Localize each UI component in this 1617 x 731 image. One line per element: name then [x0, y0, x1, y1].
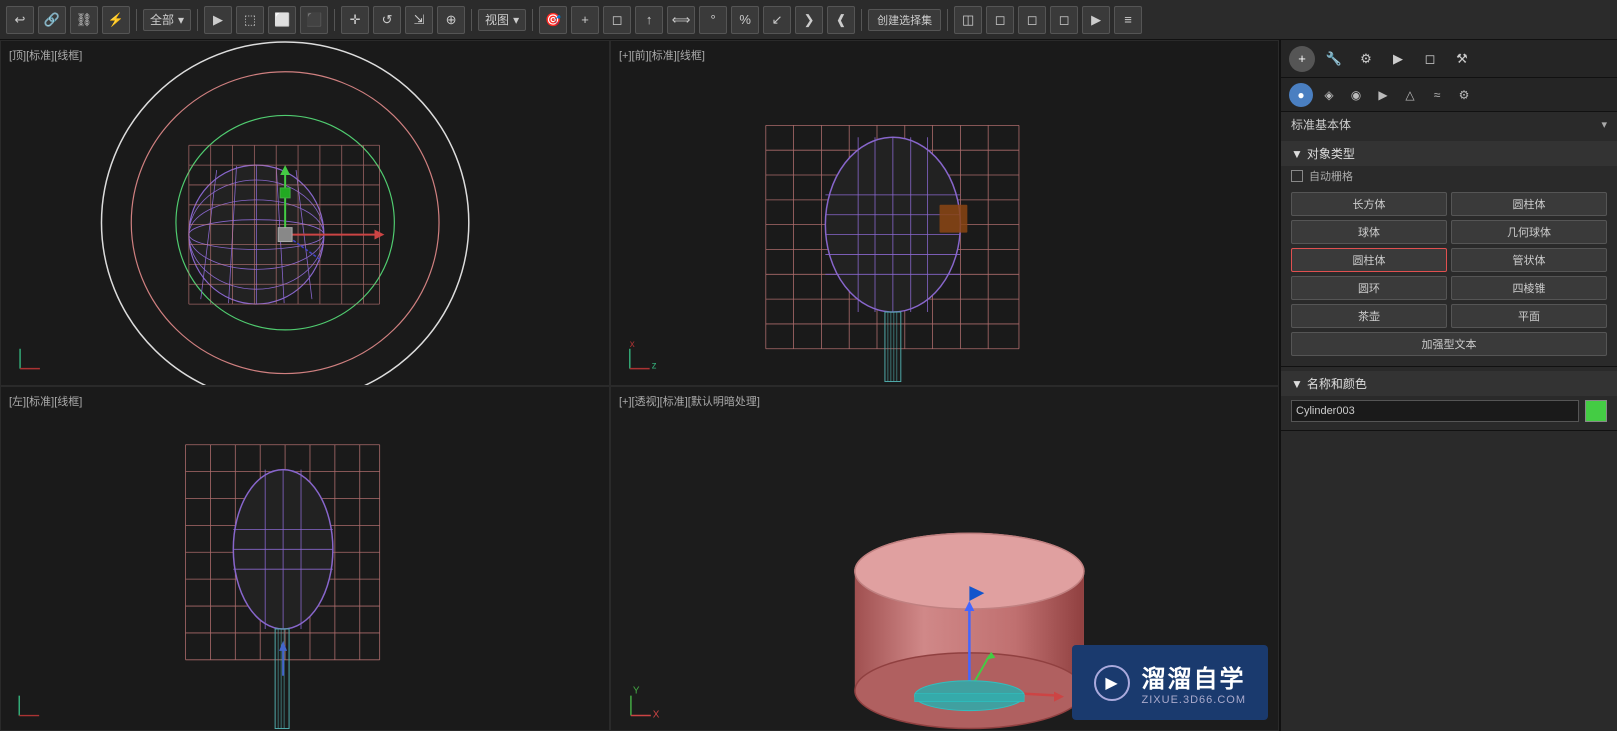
rp-name-collapse-icon: ▼: [1291, 377, 1303, 391]
object-name-input[interactable]: [1291, 400, 1579, 422]
rp-modify-btn[interactable]: 🔧: [1321, 46, 1347, 72]
rotate-btn[interactable]: ↺: [373, 6, 401, 34]
snap-3d-btn[interactable]: +: [571, 6, 599, 34]
react-btn[interactable]: ❰: [827, 6, 855, 34]
rp-name-color-section: ▼ 名称和颜色: [1281, 367, 1617, 431]
mirror-btn[interactable]: ↑: [635, 6, 663, 34]
vp-front-svg: z x: [611, 41, 1278, 385]
rp-object-type-title[interactable]: ▼ 对象类型: [1281, 141, 1617, 166]
btn-cone[interactable]: 四棱锥: [1451, 276, 1607, 300]
unlink-btn[interactable]: ⛓: [70, 6, 98, 34]
rp-hierarchy-btn[interactable]: ⚙: [1353, 46, 1379, 72]
lasso-btn[interactable]: ⬜: [268, 6, 296, 34]
link-btn[interactable]: 🔗: [38, 6, 66, 34]
rp-camera-btn[interactable]: ▶: [1372, 84, 1394, 106]
svg-text:X: X: [653, 709, 660, 720]
select-btn[interactable]: ▶: [204, 6, 232, 34]
rp-display-btn[interactable]: ◻: [1417, 46, 1443, 72]
rp-system-btn[interactable]: ⚙: [1453, 84, 1475, 106]
viewport-persp[interactable]: [+][透视][标准][默认明暗处理]: [610, 386, 1279, 731]
btn-torus[interactable]: 圆环: [1291, 276, 1447, 300]
watermark-play-icon: ▶: [1094, 665, 1130, 701]
viewport-left[interactable]: [左][标准][线框]: [0, 386, 610, 731]
btn-cylinder[interactable]: 圆柱体: [1451, 192, 1607, 216]
auto-grid-checkbox[interactable]: [1291, 170, 1303, 182]
angle-snap-btn[interactable]: °: [699, 6, 727, 34]
rp-collapse-icon: ▼: [1291, 147, 1303, 161]
watermark-text: 溜溜自学 ZIXUE.3D66.COM: [1142, 659, 1246, 706]
place-btn[interactable]: ⊕: [437, 6, 465, 34]
rp-icon-row2: ● ◈ ◉ ▶ △ ≈ ⚙: [1281, 78, 1617, 112]
move-btn[interactable]: ✛: [341, 6, 369, 34]
snap-box-btn[interactable]: ◻: [603, 6, 631, 34]
rp-type-header: 标准基本体 ▾: [1281, 112, 1617, 137]
rp-name-color-row: [1281, 396, 1617, 426]
spinner-snap-btn[interactable]: ↙: [763, 6, 791, 34]
viewports: [顶][标准][线框]: [0, 40, 1280, 731]
btn-teapot[interactable]: 茶壶: [1291, 304, 1447, 328]
watermark: ▶ 溜溜自学 ZIXUE.3D66.COM: [1072, 645, 1268, 720]
scale-btn[interactable]: ⇲: [405, 6, 433, 34]
percent-snap-btn[interactable]: %: [731, 6, 759, 34]
select-all-dropdown[interactable]: 全部 ▾: [143, 9, 191, 31]
rp-object-type-section: ▼ 对象类型 自动栅格 长方体 圆柱体 球体 几何球体 圆柱体 管状体 圆环 四…: [1281, 137, 1617, 367]
render-btn[interactable]: ◻: [1050, 6, 1078, 34]
btn-cyl-active[interactable]: 圆柱体: [1291, 248, 1447, 272]
undo-btn[interactable]: ↩: [6, 6, 34, 34]
main-toolbar: ↩ 🔗 ⛓ ⚡ 全部 ▾ ▶ ⬚ ⬜ ⬛ ✛ ↺ ⇲ ⊕ 视图 ▾ 🎯 + ◻ …: [0, 0, 1617, 40]
right-panel: + 🔧 ⚙ ▶ ◻ ⚒ ● ◈ ◉ ▶ △ ≈ ⚙ 标准基本体 ▾ ▼ 对象类型: [1280, 40, 1617, 731]
select-region-btn[interactable]: ⬚: [236, 6, 264, 34]
render-frame-btn[interactable]: ▶: [1082, 6, 1110, 34]
rp-helper-btn[interactable]: △: [1399, 84, 1421, 106]
sep1: [136, 9, 137, 31]
object-color-swatch[interactable]: [1585, 400, 1607, 422]
use-pivot-btn[interactable]: ❯: [795, 6, 823, 34]
create-selection-set-btn[interactable]: 创建选择集: [868, 9, 941, 31]
viewport-front[interactable]: [+][前][标准][线框] z x: [610, 40, 1279, 386]
align-btn[interactable]: ⟺: [667, 6, 695, 34]
sep5: [532, 9, 533, 31]
rp-create-btn[interactable]: +: [1289, 46, 1315, 72]
btn-sphere[interactable]: 球体: [1291, 220, 1447, 244]
rp-motion-btn[interactable]: ▶: [1385, 46, 1411, 72]
sep2: [197, 9, 198, 31]
graph-editors-btn[interactable]: ◫: [954, 6, 982, 34]
view-dropdown[interactable]: 视图 ▾: [478, 9, 526, 31]
rp-type-label: 标准基本体: [1291, 116, 1351, 133]
btn-text[interactable]: 加强型文本: [1291, 332, 1607, 356]
svg-text:x: x: [630, 339, 635, 350]
vp-top-svg: [1, 41, 609, 385]
rp-name-color-title[interactable]: ▼ 名称和颜色: [1281, 371, 1617, 396]
rp-light-btn[interactable]: ◉: [1345, 84, 1367, 106]
rp-type-dropdown[interactable]: ▾: [1601, 118, 1607, 131]
sep4: [471, 9, 472, 31]
rp-auto-grid-row: 自动栅格: [1281, 166, 1617, 186]
viewport-top[interactable]: [顶][标准][线框]: [0, 40, 610, 386]
rp-top-icons-row: + 🔧 ⚙ ▶ ◻ ⚒: [1281, 40, 1617, 78]
sep7: [947, 9, 948, 31]
render-setup-btn[interactable]: ◻: [1018, 6, 1046, 34]
svg-text:z: z: [652, 361, 657, 372]
rp-utilities-btn[interactable]: ⚒: [1449, 46, 1475, 72]
bind-btn[interactable]: ⚡: [102, 6, 130, 34]
material-editor-btn[interactable]: ◻: [986, 6, 1014, 34]
sep3: [334, 9, 335, 31]
btn-tube[interactable]: 管状体: [1451, 248, 1607, 272]
svg-text:Y: Y: [633, 685, 640, 696]
btn-plane[interactable]: 平面: [1451, 304, 1607, 328]
btn-box[interactable]: 长方体: [1291, 192, 1447, 216]
vp-left-svg: [1, 387, 609, 731]
snap-toggle-btn[interactable]: 🎯: [539, 6, 567, 34]
sep6: [861, 9, 862, 31]
rp-spacewarp-btn[interactable]: ≈: [1426, 84, 1448, 106]
rp-obj-type-grid: 长方体 圆柱体 球体 几何球体 圆柱体 管状体 圆环 四棱锥 茶壶 平面 加强型…: [1281, 186, 1617, 362]
paint-select-btn[interactable]: ⬛: [300, 6, 328, 34]
btn-geo-sphere[interactable]: 几何球体: [1451, 220, 1607, 244]
main-area: [顶][标准][线框]: [0, 40, 1617, 731]
rp-geo-btn[interactable]: ●: [1289, 83, 1313, 107]
rp-shape-btn[interactable]: ◈: [1318, 84, 1340, 106]
more-btn[interactable]: ≡: [1114, 6, 1142, 34]
